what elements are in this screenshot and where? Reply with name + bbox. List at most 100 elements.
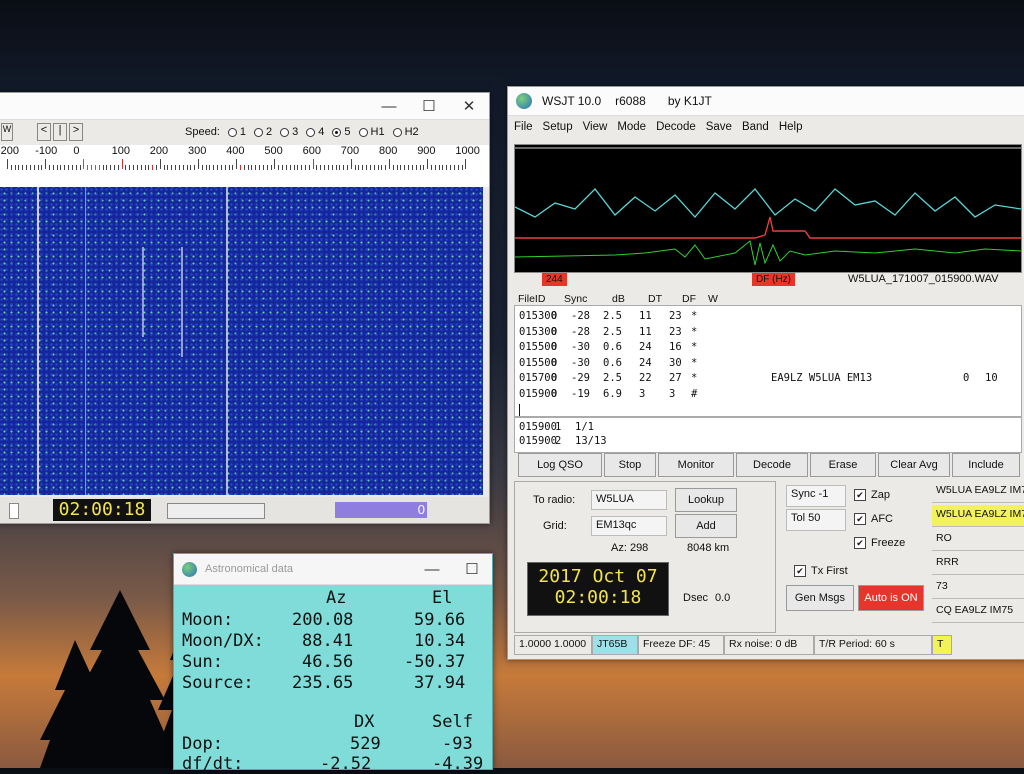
status-field-2: JT65B — [592, 635, 638, 655]
gen-msgs-button[interactable]: Gen Msgs — [786, 585, 854, 611]
decode-row[interactable]: 015500 0 -30 0.6 24 16 * — [515, 341, 1015, 356]
speed-radio-5[interactable]: 5 — [332, 126, 351, 138]
auto-on-button[interactable]: Auto is ON — [858, 585, 924, 611]
menu-file[interactable]: File — [514, 121, 533, 133]
tx-message-5[interactable]: 73 — [932, 577, 1024, 599]
minimize-icon[interactable]: — — [412, 556, 452, 582]
average-cell-ratio: 1/1 — [575, 421, 594, 433]
menu-band[interactable]: Band — [742, 121, 769, 133]
decode-row[interactable]: 015300 0 -28 2.5 11 23 * — [515, 326, 1015, 341]
scale-tick — [427, 159, 429, 169]
speed-radio-3[interactable]: 3 — [280, 126, 298, 138]
waterfall-display[interactable] — [0, 187, 483, 495]
wsjt-main-window: WSJT 10.0 r6088 by K1JT File Setup View Mod… — [507, 86, 1024, 660]
slider-handle[interactable] — [9, 503, 19, 519]
tx-message-1[interactable]: W5LUA EA9LZ IM7 — [932, 481, 1024, 503]
scale-tick — [136, 165, 138, 170]
include-button[interactable]: Include — [952, 453, 1020, 477]
decode-row[interactable]: 015700 0 -29 2.5 22 27 * EA9LZ W5LUA EM13 0 10 — [515, 372, 1015, 387]
astro-window: Astronomical data — ☐ Az El Moon: 200.08 5… — [173, 553, 493, 774]
decode-cell-dt: 6.9 — [603, 387, 622, 400]
sync-controls: Sync -1 Tol 50 ✔ Zap ✔ AFC ✔ Freeze ✔ Tx Fir… — [780, 481, 928, 631]
scale-tick — [362, 165, 364, 170]
scale-tick — [408, 165, 410, 170]
dsec-value: 0.0 — [715, 592, 731, 604]
tx-message-6[interactable]: CQ EA9LZ IM75 — [932, 601, 1024, 623]
speed-radio-h1[interactable]: H1 — [358, 126, 385, 138]
speed-selector[interactable]: 1 2 3 4 5 H1 H2 — [227, 126, 427, 138]
minimize-icon[interactable]: — — [369, 93, 409, 119]
log-qso-button[interactable]: Log QSO — [518, 453, 602, 477]
decode-row[interactable]: 015900 0 -19 6.9 3 3 # — [515, 388, 1015, 403]
scale-tick — [259, 165, 261, 170]
decode-cell-w: 16 — [669, 341, 682, 353]
average-row[interactable]: 015900 1 1/1 — [515, 421, 1015, 435]
add-button[interactable]: Add — [675, 514, 737, 538]
signal-trace — [142, 247, 144, 337]
stop-button[interactable]: Stop — [604, 453, 656, 477]
scale-label: 1000 — [455, 145, 480, 157]
zap-checkbox[interactable]: ✔ Zap — [854, 489, 890, 501]
spectrum-plot — [514, 144, 1022, 273]
tx-message-3[interactable]: RO — [932, 529, 1024, 551]
frequency-scale: -200 -100 0 100 200 300 400 500 600 700 800 900 1000 — [0, 145, 489, 187]
nav-button-center[interactable]: | — [53, 123, 67, 141]
lookup-button[interactable]: Lookup — [675, 488, 737, 512]
tol-spinbox[interactable]: Tol 50 — [786, 509, 846, 531]
nav-button-next[interactable]: > — [69, 123, 83, 141]
sync-spinbox[interactable]: Sync -1 — [786, 485, 846, 507]
clear-avg-button[interactable]: Clear Avg — [878, 453, 950, 477]
average-list[interactable]: 015900 1 1/1 015900 2 13/13 — [514, 417, 1022, 453]
scale-tick — [255, 165, 257, 170]
scale-tick — [350, 159, 352, 169]
decode-cell-flag: * — [691, 372, 698, 384]
scale-tick — [106, 165, 108, 170]
decode-row[interactable]: 015500 0 -30 0.6 24 30 * — [515, 357, 1015, 372]
wav-filename: W5LUA_171007_015900.WAV — [848, 273, 999, 285]
menu-mode[interactable]: Mode — [617, 121, 646, 133]
scale-tick — [411, 165, 413, 170]
speed-label: Speed: — [185, 126, 220, 138]
speed-radio-1[interactable]: 1 — [227, 126, 246, 138]
decode-list[interactable]: 015300 0 -28 2.5 11 23 * 015300 0 -28 2.5 11 23 * 0155… — [514, 305, 1022, 417]
scale-label: 700 — [340, 145, 360, 157]
decode-cell-db: -30 — [571, 341, 590, 353]
speed-radio-2[interactable]: 2 — [254, 126, 272, 138]
menu-view[interactable]: View — [583, 121, 608, 133]
menu-setup[interactable]: Setup — [543, 121, 573, 133]
tx-message-4[interactable]: RRR — [932, 553, 1024, 575]
menu-save[interactable]: Save — [706, 121, 732, 133]
nav-button-w[interactable]: W — [1, 123, 13, 141]
scale-tick — [125, 165, 127, 170]
tx-first-checkbox[interactable]: ✔ Tx First — [794, 565, 848, 577]
decode-cell-dt: 2.5 — [603, 372, 622, 384]
scale-tick — [198, 159, 199, 169]
maximize-icon[interactable]: ☐ — [452, 556, 492, 582]
average-row[interactable]: 015900 2 13/13 — [515, 435, 1015, 449]
decode-cell-w: 23 — [669, 325, 682, 338]
gain-slider[interactable] — [167, 503, 265, 519]
erase-button[interactable]: Erase — [810, 453, 876, 477]
scale-tick — [453, 165, 455, 170]
grid-input[interactable]: EM13qc — [591, 516, 667, 536]
nav-button-prev[interactable]: < — [37, 123, 51, 141]
to-radio-input[interactable]: W5LUA — [591, 490, 667, 510]
menu-help[interactable]: Help — [779, 121, 803, 133]
close-icon[interactable]: ✕ — [449, 93, 489, 119]
tx-message-2[interactable]: W5LUA EA9LZ IM7 — [932, 505, 1024, 527]
speed-radio-4[interactable]: 4 — [306, 126, 324, 138]
scale-tick — [419, 165, 421, 170]
freeze-checkbox[interactable]: ✔ Freeze — [854, 537, 905, 549]
decode-button[interactable]: Decode — [736, 453, 808, 477]
scale-tick — [377, 165, 379, 170]
decode-row[interactable]: 015300 0 -28 2.5 11 23 * — [515, 310, 1015, 325]
menu-decode[interactable]: Decode — [656, 121, 696, 133]
scale-tick — [148, 165, 150, 170]
maximize-icon[interactable]: ☐ — [409, 93, 449, 119]
afc-checkbox[interactable]: ✔ AFC — [854, 513, 893, 525]
scale-tick — [194, 165, 196, 170]
scale-tick — [270, 165, 272, 170]
monitor-button[interactable]: Monitor — [658, 453, 734, 477]
astro-label-1: Moon/DX: — [182, 631, 264, 651]
speed-radio-h2[interactable]: H2 — [392, 126, 419, 138]
